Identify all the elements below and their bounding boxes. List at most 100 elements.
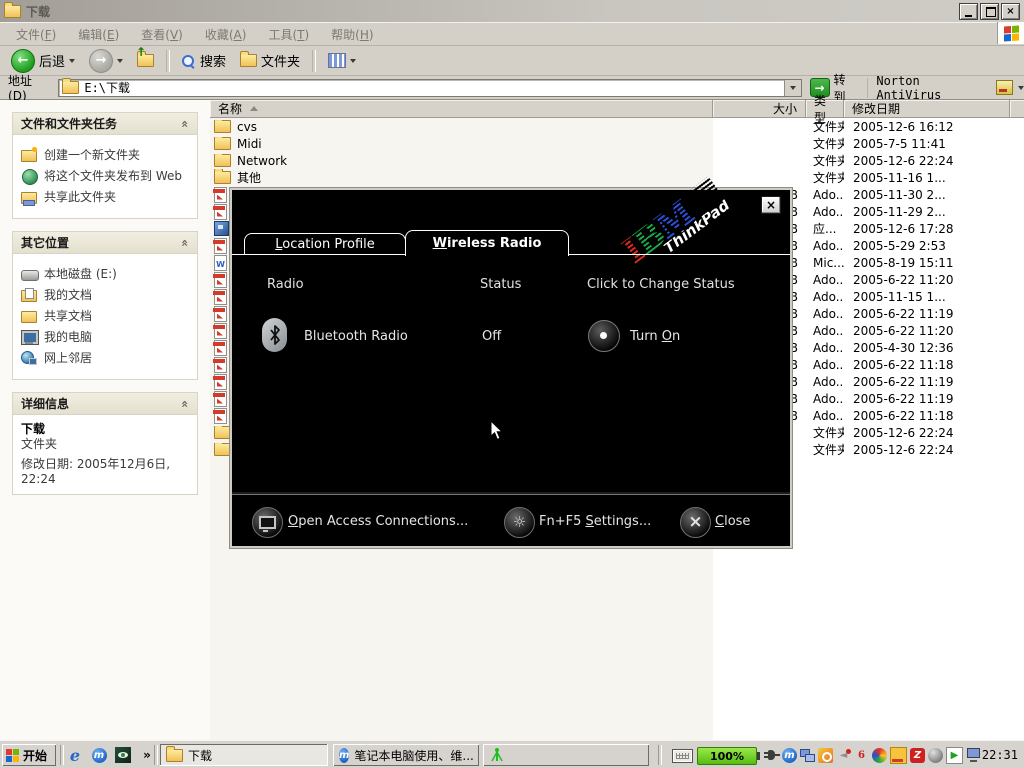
file-tasks-header[interactable]: 文件和文件夹任务 « [13, 113, 197, 135]
menu-item[interactable]: 工具(T) [258, 24, 319, 45]
bluetooth-radio-label: Bluetooth Radio [304, 329, 408, 344]
folders-button[interactable]: 文件夹 [235, 49, 305, 72]
place-icon [21, 288, 37, 302]
menu-item[interactable]: 文件(F) [6, 24, 66, 45]
close-label[interactable]: Close [715, 514, 750, 529]
close-button[interactable]: × [1001, 3, 1020, 20]
minimize-button[interactable] [959, 3, 978, 20]
dialog-close-button[interactable]: × [761, 196, 781, 214]
fn-f5-settings-label[interactable]: Fn+F5 Settings... [539, 514, 651, 529]
turn-on-button[interactable] [588, 320, 620, 352]
file-icon [214, 374, 227, 390]
dialog-close-round-button[interactable]: × [680, 507, 711, 538]
details-panel: 详细信息 « 下载 文件夹 修改日期: 2005年12月6日, 22:24 [12, 392, 198, 495]
task-button-notebook-doc[interactable]: m 笔记本电脑使用、维... [333, 744, 479, 766]
place-link[interactable]: 网上邻居 [21, 350, 191, 365]
views-button[interactable] [323, 51, 361, 70]
tray-icon[interactable] [818, 748, 833, 763]
collapse-chevron-icon[interactable]: « [178, 120, 192, 128]
address-input[interactable]: E:\下载 [58, 79, 801, 97]
tray-icon[interactable] [928, 748, 943, 763]
details-header[interactable]: 详细信息 « [13, 393, 197, 415]
table-row[interactable]: cvs 文件夹 2005-12-6 16:12 [210, 118, 1024, 135]
table-row[interactable]: 其他 文件夹 2005-11-16 1... [210, 169, 1024, 186]
battery-indicator[interactable]: 100% [697, 747, 757, 765]
bluetooth-icon [262, 318, 287, 352]
table-row[interactable]: Network 文件夹 2005-12-6 22:24 [210, 152, 1024, 169]
column-header-type[interactable]: 类型 [806, 100, 844, 118]
file-icon [214, 255, 227, 271]
back-button[interactable]: ← 后退 [6, 47, 80, 75]
tray-icon[interactable]: 6 [854, 748, 869, 763]
eye-viewer-icon [115, 747, 131, 763]
other-places-header[interactable]: 其它位置 « [13, 232, 197, 254]
place-link[interactable]: 我的文档 [21, 287, 191, 302]
place-link[interactable]: 本地磁盘 (E:) [21, 266, 191, 281]
forward-icon: → [89, 49, 113, 73]
tray-icon[interactable]: ◄ [836, 748, 851, 763]
taskbar-separator [658, 745, 662, 765]
search-button[interactable]: 搜索 [177, 49, 231, 72]
task-button-wireless[interactable] [483, 744, 649, 766]
table-row[interactable]: Midi 文件夹 2005-7-5 11:41 [210, 135, 1024, 152]
file-tasks-panel: 文件和文件夹任务 « 创建一个新文件夹 将这个文件夹发布到 Web [12, 112, 198, 219]
tray-icon[interactable] [872, 748, 887, 763]
address-dropdown-button[interactable] [784, 80, 801, 96]
folders-icon [240, 54, 257, 67]
file-icon [214, 408, 227, 424]
task-link[interactable]: 将这个文件夹发布到 Web [21, 168, 191, 183]
tray-icon[interactable]: Z [910, 748, 925, 763]
address-bar: 地址(D) E:\下载 → 转到 Norton AntiVirus [0, 76, 1024, 100]
fn-f5-settings-button[interactable]: ☼ [504, 507, 535, 538]
column-header-name[interactable]: 名称 [210, 100, 713, 118]
taskbar-clock[interactable]: 22:31 [982, 748, 1018, 762]
tab-location-profile[interactable]: Location Profile [244, 233, 406, 255]
file-icon [214, 391, 227, 407]
column-header-size[interactable]: 大小 [713, 100, 806, 118]
keyboard-layout-icon[interactable] [672, 749, 693, 763]
task-link[interactable]: 创建一个新文件夹 [21, 147, 191, 162]
tray-icon[interactable] [966, 748, 981, 763]
start-button[interactable]: 开始 [2, 744, 56, 766]
views-dropdown-icon[interactable] [350, 59, 356, 63]
task-icon [21, 169, 37, 183]
windows-logo [997, 22, 1024, 44]
quick-launch-maxthon[interactable]: m [90, 746, 108, 764]
file-icon [214, 426, 231, 439]
back-dropdown-icon[interactable] [69, 59, 75, 63]
up-button[interactable]: ↑ [132, 52, 159, 69]
column-header-date[interactable]: 修改日期 [844, 100, 1010, 118]
mouse-cursor [490, 420, 504, 444]
task-icon [21, 148, 37, 162]
menu-item[interactable]: 编辑(E) [68, 24, 129, 45]
forward-dropdown-icon[interactable] [117, 59, 123, 63]
collapse-chevron-icon[interactable]: « [178, 400, 192, 408]
place-link[interactable]: 我的电脑 [21, 329, 191, 344]
collapse-chevron-icon[interactable]: « [178, 239, 192, 247]
restore-button[interactable] [980, 3, 999, 20]
open-access-connections-label[interactable]: Open Access Connections... [288, 514, 468, 529]
quick-launch-ie[interactable]: e [66, 746, 84, 764]
turn-on-label[interactable]: Turn On [630, 329, 680, 344]
place-link[interactable]: 共享文档 [21, 308, 191, 323]
menu-item[interactable]: 查看(V) [131, 24, 193, 45]
details-modified-time: 22:24 [21, 472, 189, 487]
open-access-connections-button[interactable] [252, 507, 283, 538]
tab-wireless-radio[interactable]: Wireless Radio [405, 230, 569, 256]
menu-item[interactable]: 收藏(A) [195, 24, 257, 45]
quick-launch-viewer[interactable] [114, 746, 132, 764]
file-icon [214, 204, 227, 220]
tray-icon[interactable]: m [782, 748, 797, 763]
tray-icon[interactable]: ▶ [946, 747, 963, 764]
tray-icon[interactable] [800, 748, 815, 763]
title-bar: 下载 × [0, 0, 1024, 22]
file-icon [214, 120, 231, 133]
task-link[interactable]: 共享此文件夹 [21, 189, 191, 204]
menu-item[interactable]: 帮助(H) [321, 24, 383, 45]
norton-dropdown-icon[interactable] [1018, 86, 1024, 90]
norton-antivirus-menu[interactable]: Norton AntiVirus [867, 78, 1024, 98]
task-button-downloads[interactable]: 下载 [160, 744, 328, 766]
taskbar-separator [154, 745, 158, 765]
tray-icon[interactable] [890, 747, 907, 764]
forward-button[interactable]: → [84, 47, 128, 75]
